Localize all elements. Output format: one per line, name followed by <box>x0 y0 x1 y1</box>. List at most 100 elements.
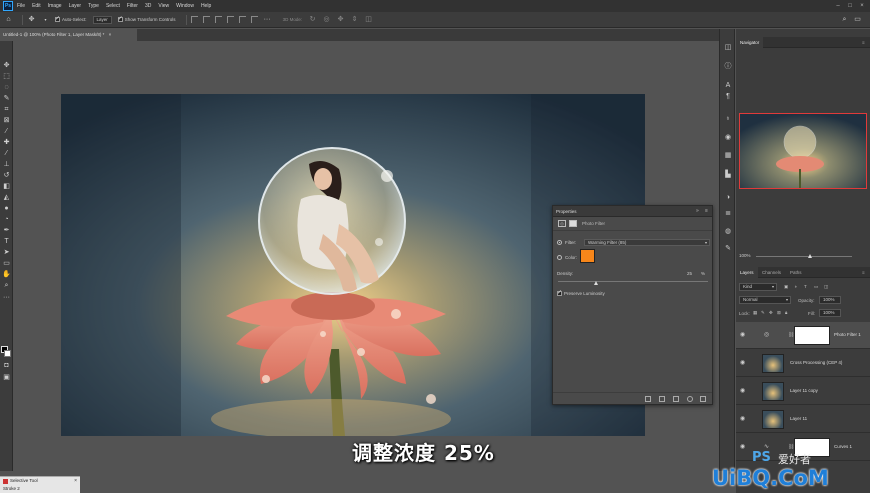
menu-layer[interactable]: Layer <box>69 3 82 9</box>
3d-rotate-icon[interactable]: ↻ <box>308 15 317 24</box>
density-slider-track[interactable] <box>558 281 708 282</box>
eyedropper-tool-icon[interactable]: ⁄ <box>2 127 11 136</box>
opacity-input[interactable]: 100% <box>819 296 841 304</box>
density-slider-thumb[interactable] <box>593 281 598 285</box>
menu-select[interactable]: Select <box>106 3 120 9</box>
type-tool-icon[interactable]: T <box>2 237 11 246</box>
pen-tool-icon[interactable]: ✒ <box>2 226 11 235</box>
more-tools-icon[interactable]: ··· <box>2 293 11 302</box>
menu-help[interactable]: Help <box>201 3 211 9</box>
healing-brush-icon[interactable]: ✚ <box>2 138 11 147</box>
view-previous-icon[interactable] <box>659 396 665 402</box>
panel-menu-icon[interactable]: ≡ <box>705 208 708 214</box>
visibility-eye-icon[interactable]: ◉ <box>740 360 748 366</box>
tab-navigator[interactable]: Navigator <box>736 37 764 48</box>
color-radio[interactable] <box>557 255 562 260</box>
visibility-eye-icon[interactable]: ◉ <box>740 416 748 422</box>
align-bottom-icon[interactable] <box>214 16 222 23</box>
layer-mask-thumbnail[interactable] <box>794 326 830 345</box>
dodge-tool-icon[interactable]: ◔ <box>2 215 11 224</box>
align-left-icon[interactable] <box>226 16 234 23</box>
lightbulb-icon[interactable]: ♁ <box>723 114 733 124</box>
visibility-eye-icon[interactable]: ◉ <box>740 388 748 394</box>
kind-filter-dropdown[interactable]: Kind ▾ <box>739 283 777 291</box>
properties-icon[interactable]: ≣ <box>723 209 733 219</box>
dropdown-arrow-icon[interactable]: ▾ <box>41 15 50 24</box>
filter-pixel-icon[interactable]: ▣ <box>784 284 788 290</box>
layer-row[interactable]: ◉ Cross Processing (CEP 4) <box>736 350 870 377</box>
lock-transparent-icon[interactable]: ▦ <box>753 310 757 316</box>
shape-tool-icon[interactable]: ▭ <box>2 259 11 268</box>
layer-row[interactable]: ◉ Layer 11 <box>736 406 870 433</box>
history-brush-icon[interactable]: ↺ <box>2 171 11 180</box>
lock-image-icon[interactable]: ✎ <box>761 310 765 316</box>
menu-type[interactable]: Type <box>88 3 99 9</box>
minimize-icon[interactable]: – <box>834 2 842 10</box>
3d-scale-icon[interactable]: ◫ <box>364 15 373 24</box>
color-icon[interactable]: ◉ <box>723 133 733 143</box>
align-top-icon[interactable] <box>190 16 198 23</box>
visibility-eye-icon[interactable]: ◉ <box>740 332 748 338</box>
close-tab-icon[interactable]: × <box>109 32 112 37</box>
styles-icon[interactable]: ◍ <box>723 227 733 237</box>
filter-smart-icon[interactable]: ◫ <box>824 284 828 290</box>
panel-menu-icon[interactable]: ≡ <box>858 37 869 48</box>
home-icon[interactable]: ⌂ <box>4 15 13 24</box>
layer-name[interactable]: Photo Filter 1 <box>834 332 861 337</box>
photo-filter-icon[interactable]: ◎ <box>558 220 566 227</box>
filter-color-swatch[interactable] <box>580 249 595 263</box>
move-tool-icon[interactable]: ✥ <box>27 15 36 24</box>
menu-view[interactable]: View <box>158 3 169 9</box>
filter-type-icon[interactable]: T <box>804 284 807 289</box>
trash-icon[interactable] <box>700 396 706 402</box>
lasso-tool-icon[interactable]: ◌ <box>2 83 11 92</box>
quick-select-tool-icon[interactable]: ✎ <box>2 94 11 103</box>
menu-filter[interactable]: Filter <box>127 3 138 9</box>
background-color-swatch[interactable] <box>4 350 11 357</box>
align-middle-icon[interactable] <box>202 16 210 23</box>
taskbar-item[interactable]: Selective Tool Stroke 2 × <box>0 476 80 493</box>
clip-to-layer-icon[interactable] <box>645 396 651 402</box>
crop-tool-icon[interactable]: ⌗ <box>2 105 11 114</box>
properties-header[interactable]: Properties » ≡ <box>553 206 712 217</box>
layer-name[interactable]: Layer 11 copy <box>790 388 818 393</box>
density-input[interactable]: 25 <box>687 271 692 276</box>
lock-all-icon[interactable]: 🔒︎ <box>785 310 787 315</box>
preserve-luminosity-checkbox[interactable] <box>557 289 562 296</box>
paragraph-icon[interactable]: ¶ <box>723 92 733 102</box>
document-tab[interactable]: Untitled-1 @ 100% (Photo Filter 1, Layer… <box>0 29 137 41</box>
blend-mode-dropdown[interactable]: Normal ▾ <box>739 296 791 304</box>
3d-pan-icon[interactable]: ✥ <box>336 15 345 24</box>
layer-name[interactable]: Layer 11 <box>790 416 807 421</box>
brushes-icon[interactable]: ✎ <box>723 244 733 254</box>
panel-menu-icon[interactable]: ≡ <box>858 267 869 278</box>
zoom-slider-track[interactable] <box>756 256 852 257</box>
search-icon[interactable]: ⌕ <box>840 15 849 24</box>
marquee-tool-icon[interactable]: ⬚ <box>2 72 11 81</box>
info-icon[interactable]: ⓘ <box>723 62 733 72</box>
navigator-preview[interactable] <box>739 113 867 189</box>
3d-roll-icon[interactable]: ◎ <box>322 15 331 24</box>
paint-bucket-icon[interactable]: ◭ <box>2 193 11 202</box>
menu-file[interactable]: File <box>17 3 25 9</box>
brush-tool-icon[interactable]: ⁄ <box>2 149 11 158</box>
filter-adjustment-icon[interactable]: ◑ <box>794 284 797 289</box>
tab-layers[interactable]: Layers <box>736 267 758 278</box>
layer-row[interactable]: ◉ ◎ ⛓︎ Photo Filter 1 <box>736 322 870 349</box>
menu-3d[interactable]: 3D <box>145 3 151 9</box>
blur-tool-icon[interactable]: ● <box>2 204 11 213</box>
mask-icon[interactable] <box>569 220 577 227</box>
transform-controls-checkbox[interactable] <box>117 15 123 22</box>
close-icon[interactable]: × <box>74 478 77 484</box>
filter-radio[interactable] <box>557 240 562 245</box>
frame-tool-icon[interactable]: ⊠ <box>2 116 11 125</box>
zoom-value[interactable]: 100% <box>739 253 751 258</box>
close-window-icon[interactable]: × <box>858 2 866 10</box>
visibility-icon[interactable] <box>687 396 693 402</box>
filter-dropdown[interactable]: Warming Filter (85) ▾ <box>584 239 710 246</box>
maximize-icon[interactable]: □ <box>846 2 854 10</box>
lock-position-icon[interactable]: ✥ <box>769 310 773 316</box>
layer-name[interactable]: Cross Processing (CEP 4) <box>790 360 842 365</box>
workspace-icon[interactable]: ▭ <box>853 15 862 24</box>
more-options-icon[interactable]: ··· <box>263 15 272 24</box>
